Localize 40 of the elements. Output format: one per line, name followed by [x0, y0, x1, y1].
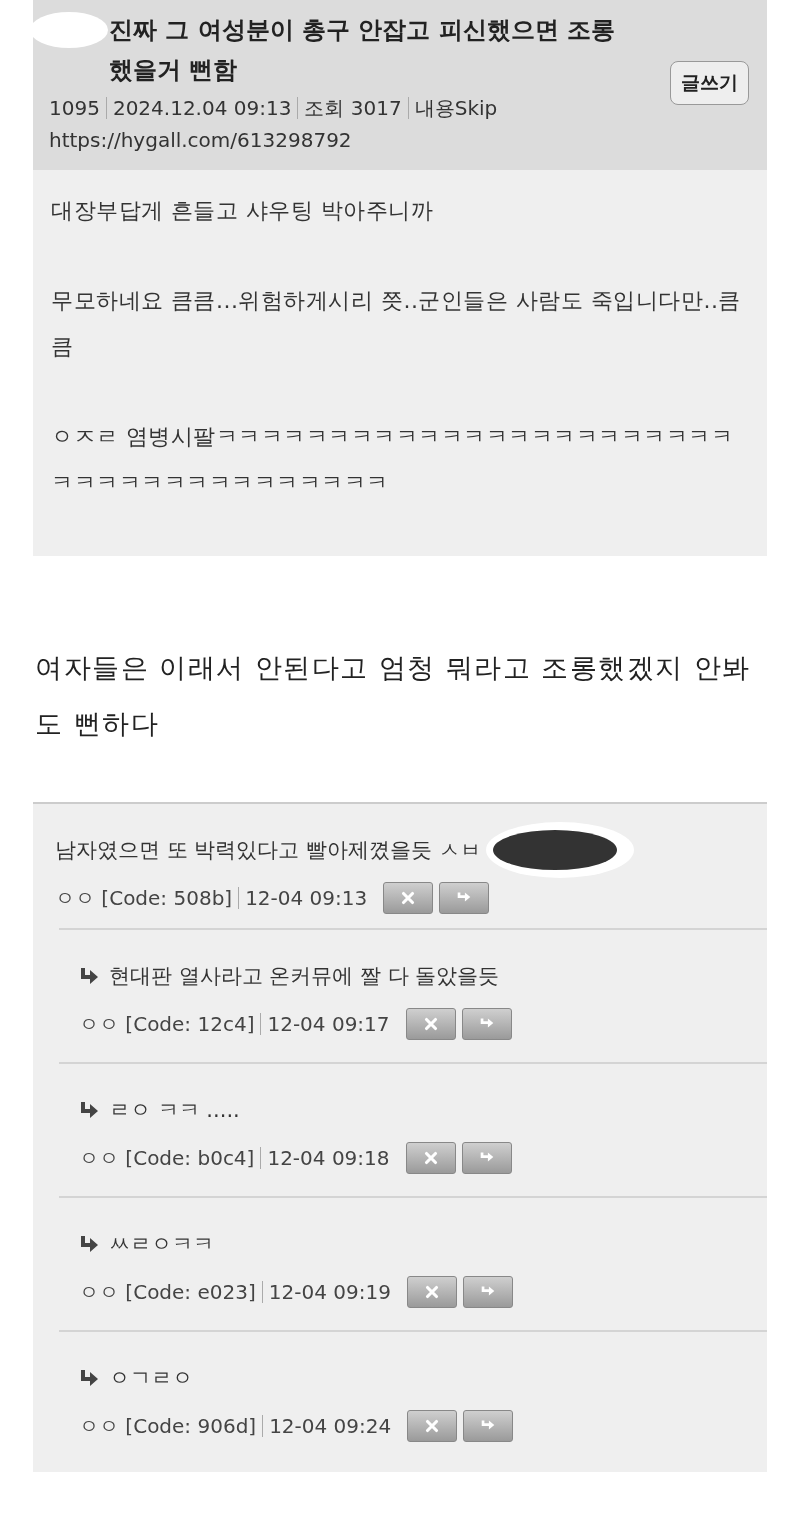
reply-button[interactable]: [461, 1142, 512, 1174]
reply-arrow-icon: [79, 1101, 99, 1119]
comment-time: 12-04 09:18: [267, 1146, 390, 1170]
comment-author: ㅇㅇ [Code: 508b]: [55, 884, 233, 912]
post-meta: 조회 3017: [304, 95, 402, 122]
comment-time: 12-04 09:13: [245, 886, 368, 910]
comment-text: ㅇㄱㄹㅇ: [109, 1365, 193, 1392]
post-meta: 2024.12.04 09:13: [112, 95, 292, 122]
comment-text: 남자였으면 또 박력있다고 빨아제꼈을듯 ㅅㅂ: [55, 837, 481, 864]
comment-author: ㅇㅇ [Code: b0c4]: [79, 1144, 255, 1172]
post-url: https://hygall.com/613298792: [49, 127, 353, 154]
reply-arrow-icon: [79, 1369, 99, 1387]
comment-text: 현대판 열사라고 온커뮤에 짤 다 돌았을듯: [109, 963, 500, 990]
comment-time: 12-04 09:24: [269, 1414, 392, 1438]
comment-text: ㅆㄹㅇㅋㅋ: [109, 1231, 214, 1258]
excerpt-paragraph: 무모하네요 큼큼...위험하게시리 쯧..군인들은 사람도 죽입니다만..큼큼: [51, 287, 742, 361]
excerpt-paragraph: 대장부답게 흔들고 샤우팅 박아주니까: [51, 197, 435, 225]
reply-button[interactable]: [461, 1008, 512, 1040]
delete-button[interactable]: [405, 1008, 456, 1040]
comment-time: 12-04 09:19: [268, 1280, 391, 1304]
post-meta: 1095: [49, 95, 100, 122]
post-meta: 내용Skip: [414, 95, 498, 122]
write-button[interactable]: 글쓰기: [670, 61, 749, 105]
reply-button[interactable]: [462, 1276, 513, 1308]
reply-arrow-icon: [79, 967, 99, 985]
comment-author: ㅇㅇ [Code: e023]: [79, 1278, 256, 1306]
body-text: 여자들은 이래서 안된다고 엄청 뭐라고 조롱했겠지 안봐도 뻔하다: [34, 651, 752, 741]
comment-author: ㅇㅇ [Code: 906d]: [79, 1412, 257, 1440]
comment-time: 12-04 09:17: [267, 1012, 390, 1036]
delete-button[interactable]: [383, 882, 434, 914]
reply-button[interactable]: [439, 882, 490, 914]
delete-button[interactable]: [407, 1410, 458, 1442]
delete-button[interactable]: [405, 1142, 456, 1174]
excerpt-paragraph: ㅇㅈㄹ 염병시팔ㅋㅋㅋㅋㅋㅋㅋㅋㅋㅋㅋㅋㅋㅋㅋㅋㅋㅋㅋㅋㅋㅋㅋㅋㅋㅋㅋㅋㅋㅋㅋㅋㅋㅋㅋㅋㅋㅋ: [51, 423, 735, 497]
comment-text: ㄹㅇ ㅋㅋ .....: [109, 1097, 240, 1124]
reply-arrow-icon: [79, 1235, 99, 1253]
post-title: 진짜 그 여성분이 총구 안잡고 피신했으면 조롱했을거 뻔함: [109, 15, 617, 86]
comment-author: ㅇㅇ [Code: 12c4]: [79, 1010, 255, 1038]
delete-button[interactable]: [406, 1276, 457, 1308]
reply-button[interactable]: [463, 1410, 514, 1442]
